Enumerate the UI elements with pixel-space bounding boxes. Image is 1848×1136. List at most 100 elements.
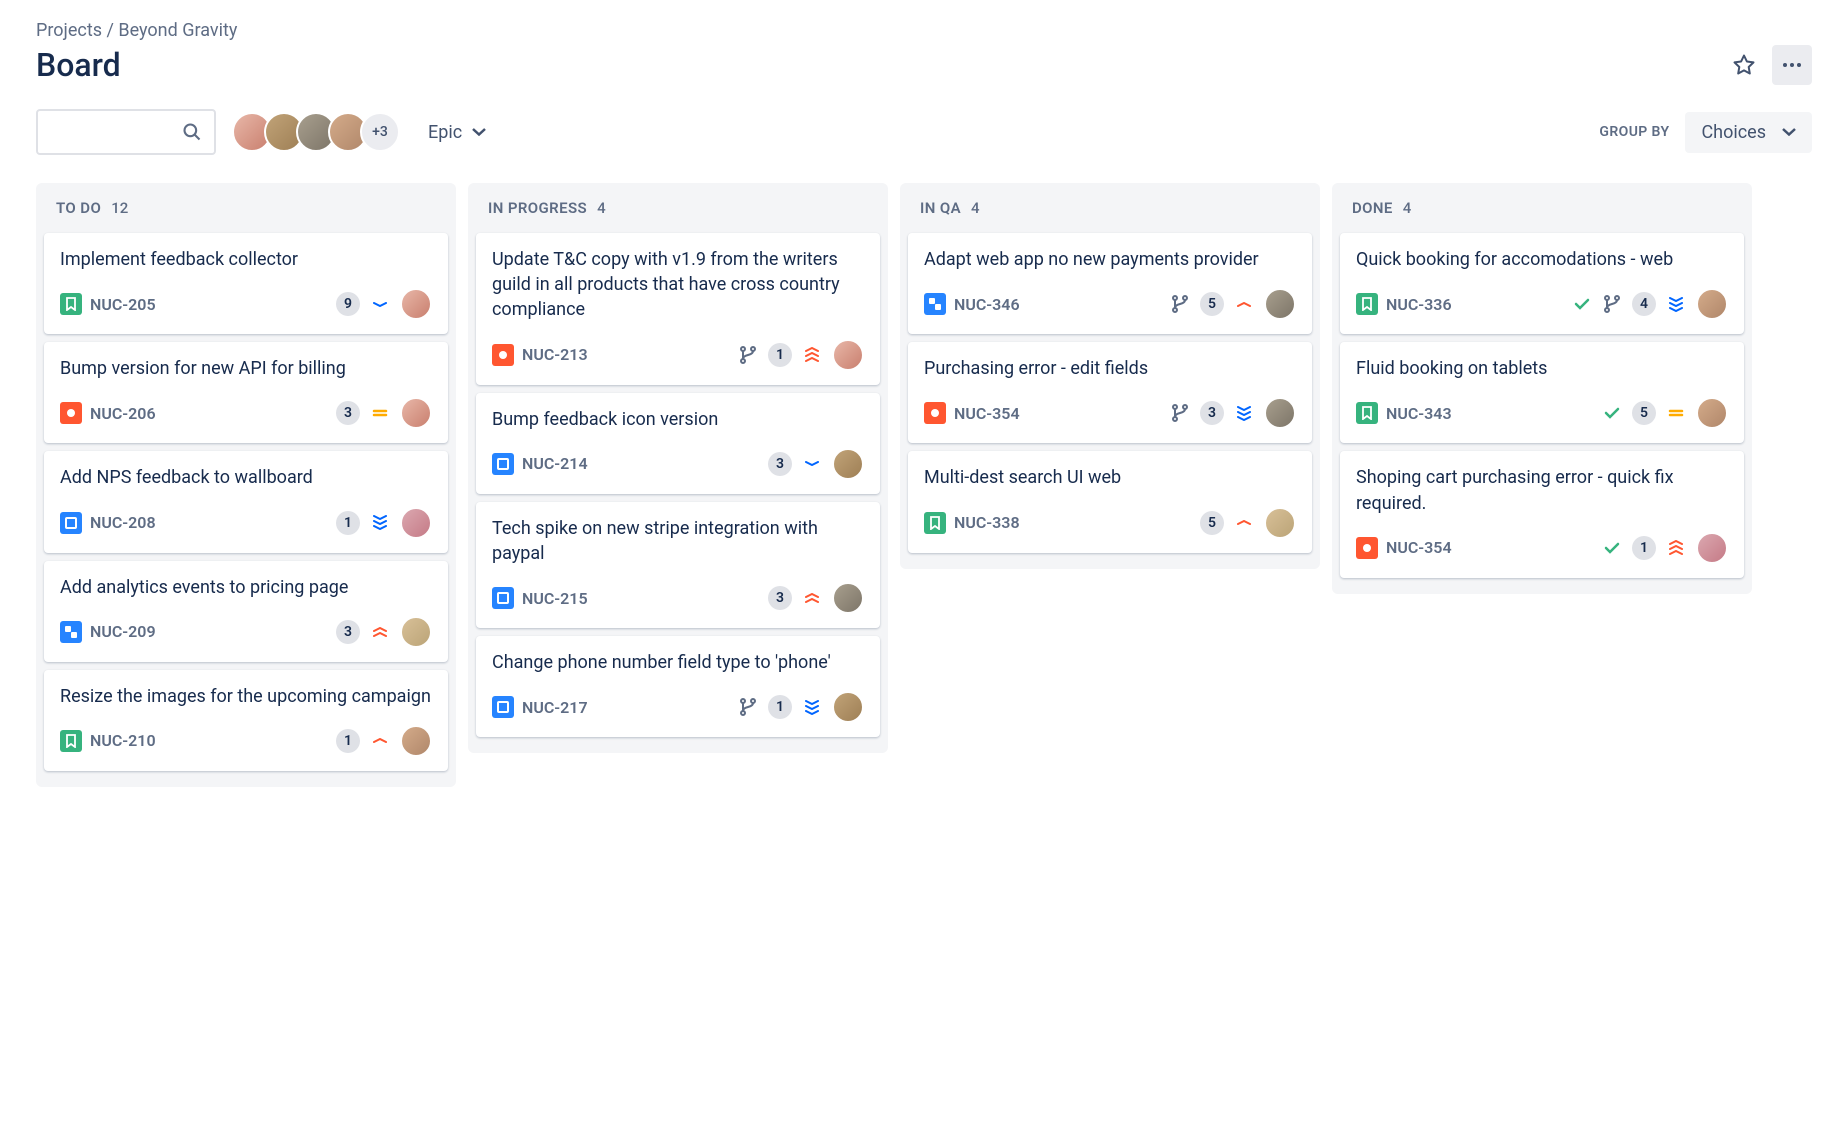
card-key: NUC-215 bbox=[522, 589, 588, 608]
card[interactable]: Update T&C copy with v1.9 from the write… bbox=[476, 233, 880, 385]
story-points-badge: 1 bbox=[768, 695, 792, 719]
card-key: NUC-343 bbox=[1386, 404, 1452, 423]
card-title: Purchasing error - edit fields bbox=[924, 356, 1296, 381]
priority-lowest-icon bbox=[370, 513, 390, 533]
task-type-icon bbox=[492, 453, 514, 475]
breadcrumb-project[interactable]: Beyond Gravity bbox=[118, 20, 237, 41]
column-title: To Do bbox=[56, 199, 101, 217]
card-key: NUC-354 bbox=[954, 404, 1020, 423]
card-title: Quick booking for accomodations - web bbox=[1356, 247, 1728, 272]
assignee-avatar[interactable] bbox=[1264, 397, 1296, 429]
column-in-qa: In QA4Adapt web app no new payments prov… bbox=[900, 183, 1320, 569]
card-key: NUC-213 bbox=[522, 345, 588, 364]
card[interactable]: Bump version for new API for billingNUC-… bbox=[44, 342, 448, 443]
task-type-icon bbox=[492, 696, 514, 718]
assignee-avatar[interactable] bbox=[1696, 397, 1728, 429]
story-points-badge: 4 bbox=[1632, 292, 1656, 316]
assignee-avatar[interactable] bbox=[1264, 507, 1296, 539]
assignee-avatar[interactable] bbox=[400, 507, 432, 539]
branch-icon bbox=[738, 697, 758, 717]
assignee-avatar[interactable] bbox=[832, 691, 864, 723]
search-icon bbox=[182, 122, 202, 142]
story-points-badge: 1 bbox=[1632, 536, 1656, 560]
card-key: NUC-206 bbox=[90, 404, 156, 423]
card[interactable]: Purchasing error - edit fieldsNUC-3543 bbox=[908, 342, 1312, 443]
card-title: Shoping cart purchasing error - quick fi… bbox=[1356, 465, 1728, 515]
card[interactable]: Quick booking for accomodations - web NUC… bbox=[1340, 233, 1744, 334]
card-key: NUC-209 bbox=[90, 622, 156, 641]
card[interactable]: Adapt web app no new payments providerNU… bbox=[908, 233, 1312, 334]
dots-icon bbox=[1780, 53, 1804, 77]
priority-high-single-icon bbox=[370, 731, 390, 751]
group-by-label: GROUP BY bbox=[1599, 124, 1669, 140]
assignee-avatar[interactable] bbox=[400, 288, 432, 320]
card-key: NUC-214 bbox=[522, 454, 588, 473]
assignee-avatar[interactable] bbox=[1264, 288, 1296, 320]
card-title: Implement feedback collector bbox=[60, 247, 432, 272]
story-points-badge: 3 bbox=[336, 401, 360, 425]
assignee-avatar[interactable] bbox=[400, 725, 432, 757]
card[interactable]: Resize the images for the upcoming campa… bbox=[44, 670, 448, 771]
priority-lowest-icon bbox=[1666, 294, 1686, 314]
card[interactable]: Fluid booking on tabletsNUC-3435 bbox=[1340, 342, 1744, 443]
branch-icon bbox=[738, 345, 758, 365]
priority-highest-icon bbox=[1666, 538, 1686, 558]
group-by-select[interactable]: Choices bbox=[1685, 112, 1812, 153]
card-key: NUC-336 bbox=[1386, 295, 1452, 314]
epic-filter[interactable]: Epic bbox=[416, 114, 498, 151]
breadcrumb: Projects / Beyond Gravity bbox=[36, 20, 1812, 41]
card-key: NUC-354 bbox=[1386, 538, 1452, 557]
priority-high-single-icon bbox=[1234, 513, 1254, 533]
story-type-icon bbox=[60, 293, 82, 315]
assignee-avatar[interactable] bbox=[832, 582, 864, 614]
bug-type-icon bbox=[492, 344, 514, 366]
card-title: Tech spike on new stripe integration wit… bbox=[492, 516, 864, 566]
card-key: NUC-346 bbox=[954, 295, 1020, 314]
assignee-avatar[interactable] bbox=[1696, 288, 1728, 320]
card-title: Fluid booking on tablets bbox=[1356, 356, 1728, 381]
story-points-badge: 5 bbox=[1200, 511, 1224, 535]
column-to-do: To Do12Implement feedback collectorNUC-2… bbox=[36, 183, 456, 787]
column-done: Done4Quick booking for accomodations - w… bbox=[1332, 183, 1752, 594]
card[interactable]: Bump feedback icon versionNUC-2143 bbox=[476, 393, 880, 494]
card-key: NUC-217 bbox=[522, 698, 588, 717]
bug-type-icon bbox=[924, 402, 946, 424]
card-key: NUC-338 bbox=[954, 513, 1020, 532]
priority-low-icon bbox=[802, 454, 822, 474]
column-title: In QA bbox=[920, 199, 961, 217]
subtask-type-icon bbox=[924, 293, 946, 315]
card[interactable]: Change phone number field type to 'phone… bbox=[476, 636, 880, 737]
card-title: Update T&C copy with v1.9 from the write… bbox=[492, 247, 864, 323]
card[interactable]: Add NPS feedback to wallboardNUC-2081 bbox=[44, 451, 448, 552]
priority-high-icon bbox=[370, 622, 390, 642]
assignee-avatar[interactable] bbox=[832, 448, 864, 480]
branch-icon bbox=[1602, 294, 1622, 314]
search-input[interactable] bbox=[36, 109, 216, 155]
done-check-icon bbox=[1602, 538, 1622, 558]
assignee-avatar[interactable] bbox=[400, 616, 432, 648]
story-points-badge: 9 bbox=[336, 292, 360, 316]
column-in-progress: In Progress4Update T&C copy with v1.9 fr… bbox=[468, 183, 888, 753]
card[interactable]: Implement feedback collectorNUC-2059 bbox=[44, 233, 448, 334]
priority-lowest-icon bbox=[802, 697, 822, 717]
avatar-group[interactable]: +3 bbox=[232, 112, 400, 152]
story-points-badge: 1 bbox=[336, 729, 360, 753]
breadcrumb-projects[interactable]: Projects bbox=[36, 20, 102, 41]
card[interactable]: Tech spike on new stripe integration wit… bbox=[476, 502, 880, 628]
story-points-badge: 1 bbox=[336, 511, 360, 535]
column-count: 4 bbox=[597, 199, 606, 217]
card[interactable]: Add analytics events to pricing pageNUC-… bbox=[44, 561, 448, 662]
card[interactable]: Shoping cart purchasing error - quick fi… bbox=[1340, 451, 1744, 577]
assignee-avatar[interactable] bbox=[832, 339, 864, 371]
assignee-avatar[interactable] bbox=[1696, 532, 1728, 564]
priority-high-single-icon bbox=[1234, 294, 1254, 314]
priority-highest-icon bbox=[802, 345, 822, 365]
assignee-avatar[interactable] bbox=[400, 397, 432, 429]
card-key: NUC-208 bbox=[90, 513, 156, 532]
avatar-more[interactable]: +3 bbox=[360, 112, 400, 152]
star-button[interactable] bbox=[1724, 45, 1764, 85]
card[interactable]: Multi-dest search UI webNUC-3385 bbox=[908, 451, 1312, 552]
column-count: 12 bbox=[111, 199, 128, 217]
more-button[interactable] bbox=[1772, 45, 1812, 85]
card-title: Resize the images for the upcoming campa… bbox=[60, 684, 432, 709]
